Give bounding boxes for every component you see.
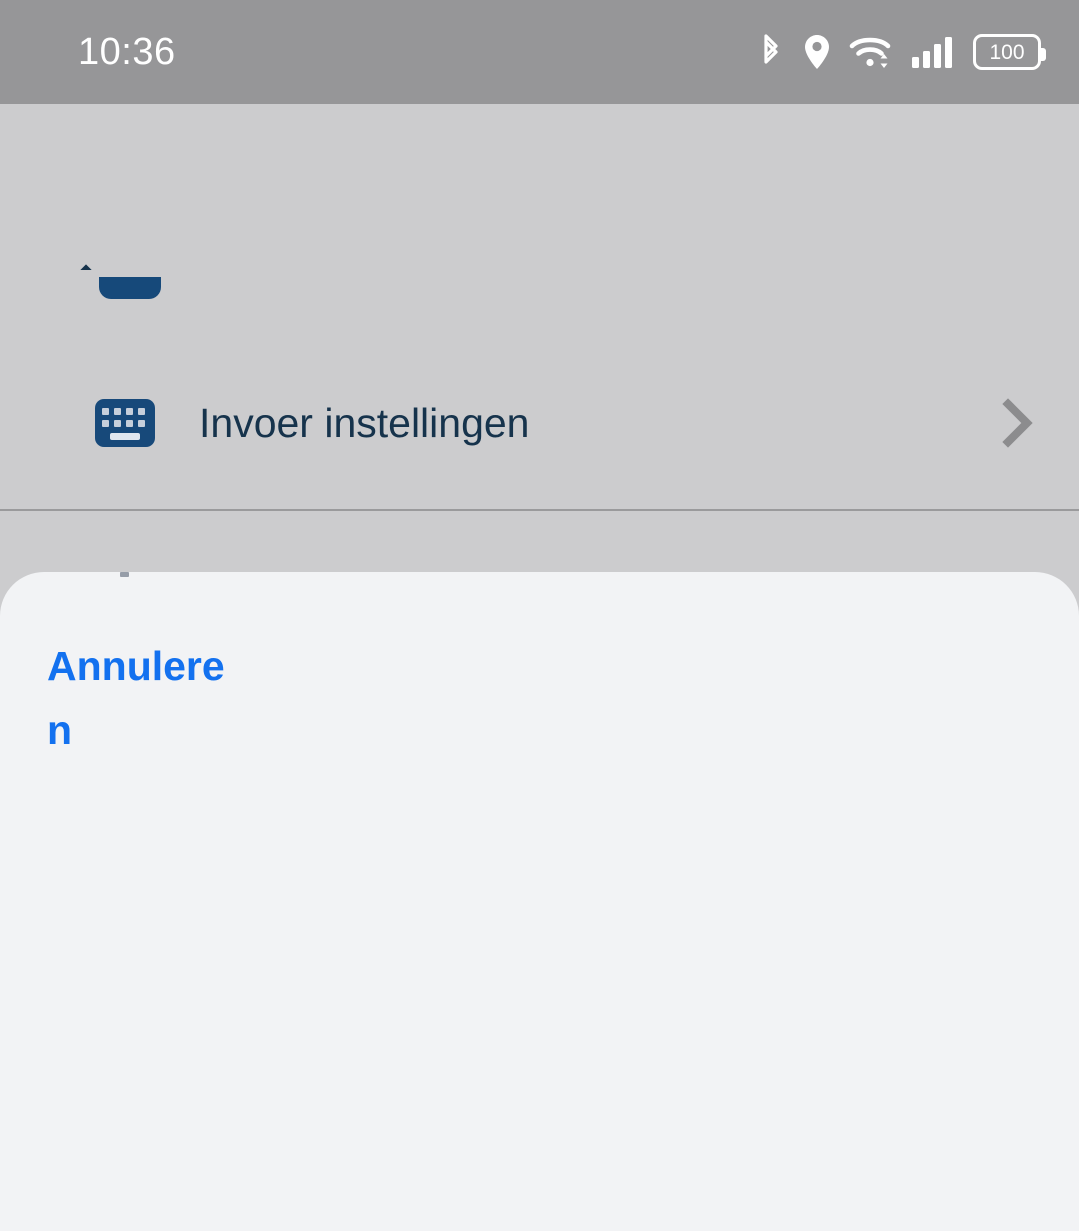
share-bottom-sheet: Annuleren mra_log.txt	[0, 572, 1079, 1231]
clipped-icon-above	[99, 277, 161, 299]
keyboard-icon	[95, 399, 155, 447]
battery-level: 100	[989, 40, 1025, 64]
app-bar: Account	[0, 104, 1079, 328]
status-icon-tray: 100	[757, 32, 1046, 72]
status-clock: 10:36	[78, 31, 176, 73]
settings-list: Invoer instellingen	[0, 270, 1079, 510]
bluetooth-icon	[757, 32, 785, 72]
location-pin-icon	[802, 32, 832, 72]
cellular-signal-icon	[910, 32, 956, 72]
cancel-button[interactable]: Annuleren	[47, 634, 237, 762]
battery-icon: 100	[973, 34, 1046, 70]
wifi-icon	[849, 32, 893, 72]
status-bar: 10:36 100	[0, 0, 1079, 104]
sidebar-item-label: Invoer instellingen	[199, 400, 530, 446]
sidebar-item-invoer-instellingen[interactable]: Invoer instellingen	[0, 375, 1079, 471]
sheet-backdrop-gap	[0, 511, 1079, 572]
chevron-right-icon[interactable]	[1001, 398, 1035, 448]
sheet-header: Annuleren	[0, 572, 1079, 796]
